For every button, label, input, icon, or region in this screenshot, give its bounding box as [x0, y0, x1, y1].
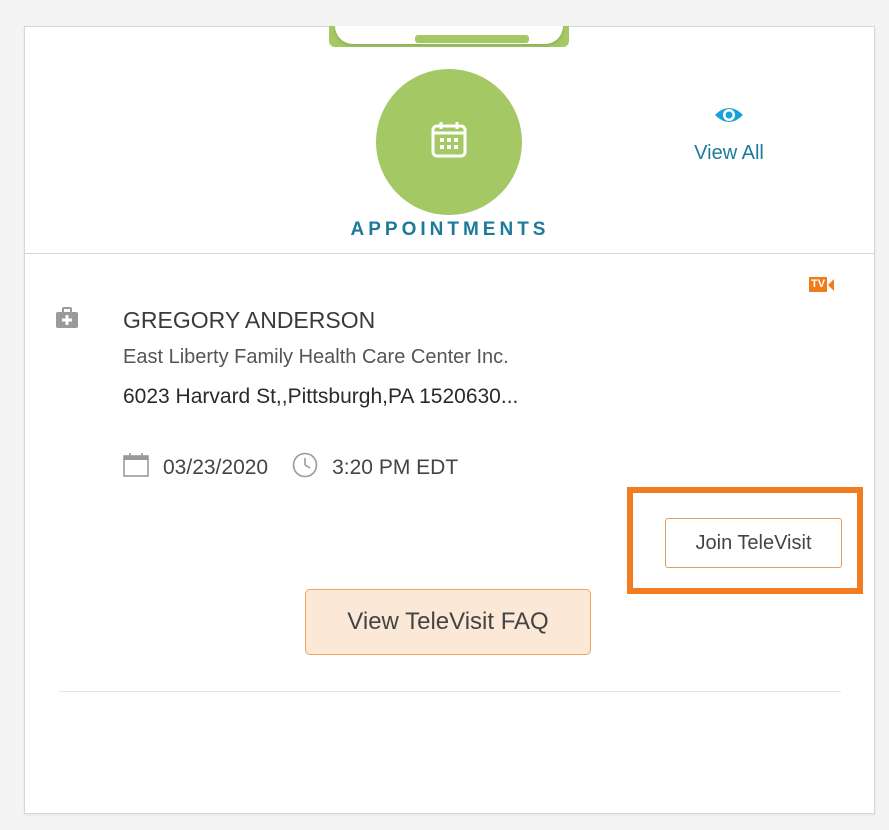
calendar-icon [430, 121, 468, 164]
join-televisit-button[interactable]: Join TeleVisit [665, 518, 842, 568]
tv-badge-label: TV [809, 277, 828, 292]
eye-icon [714, 108, 744, 129]
medical-kit-icon [55, 307, 79, 334]
clock-icon [292, 452, 318, 484]
card-header: APPOINTMENTS View All [25, 27, 874, 254]
view-all-link[interactable]: View All [679, 105, 779, 165]
view-all-label: View All [694, 142, 764, 164]
facility-name: East Liberty Family Health Care Center I… [123, 346, 509, 368]
view-televisit-faq-button[interactable]: View TeleVisit FAQ [305, 589, 591, 655]
appointments-circle [376, 69, 522, 215]
calendar-icon [123, 453, 149, 483]
appointment-time: 3:20 PM EDT [332, 456, 459, 479]
video-camera-icon [828, 278, 835, 291]
facility-address: 6023 Harvard St,,Pittsburgh,PA 1520630..… [123, 385, 519, 408]
appointment-date: 03/23/2020 [163, 456, 269, 479]
page-title: APPOINTMENTS [350, 219, 550, 240]
televisit-badge: TV [809, 277, 835, 292]
appointment-datetime: 03/23/2020 3:20 PM EDT [123, 452, 458, 484]
doctor-name: GREGORY ANDERSON [123, 307, 376, 333]
appointments-card: APPOINTMENTS View All TV GREGORY ANDERSO… [24, 26, 875, 814]
divider [59, 691, 841, 692]
